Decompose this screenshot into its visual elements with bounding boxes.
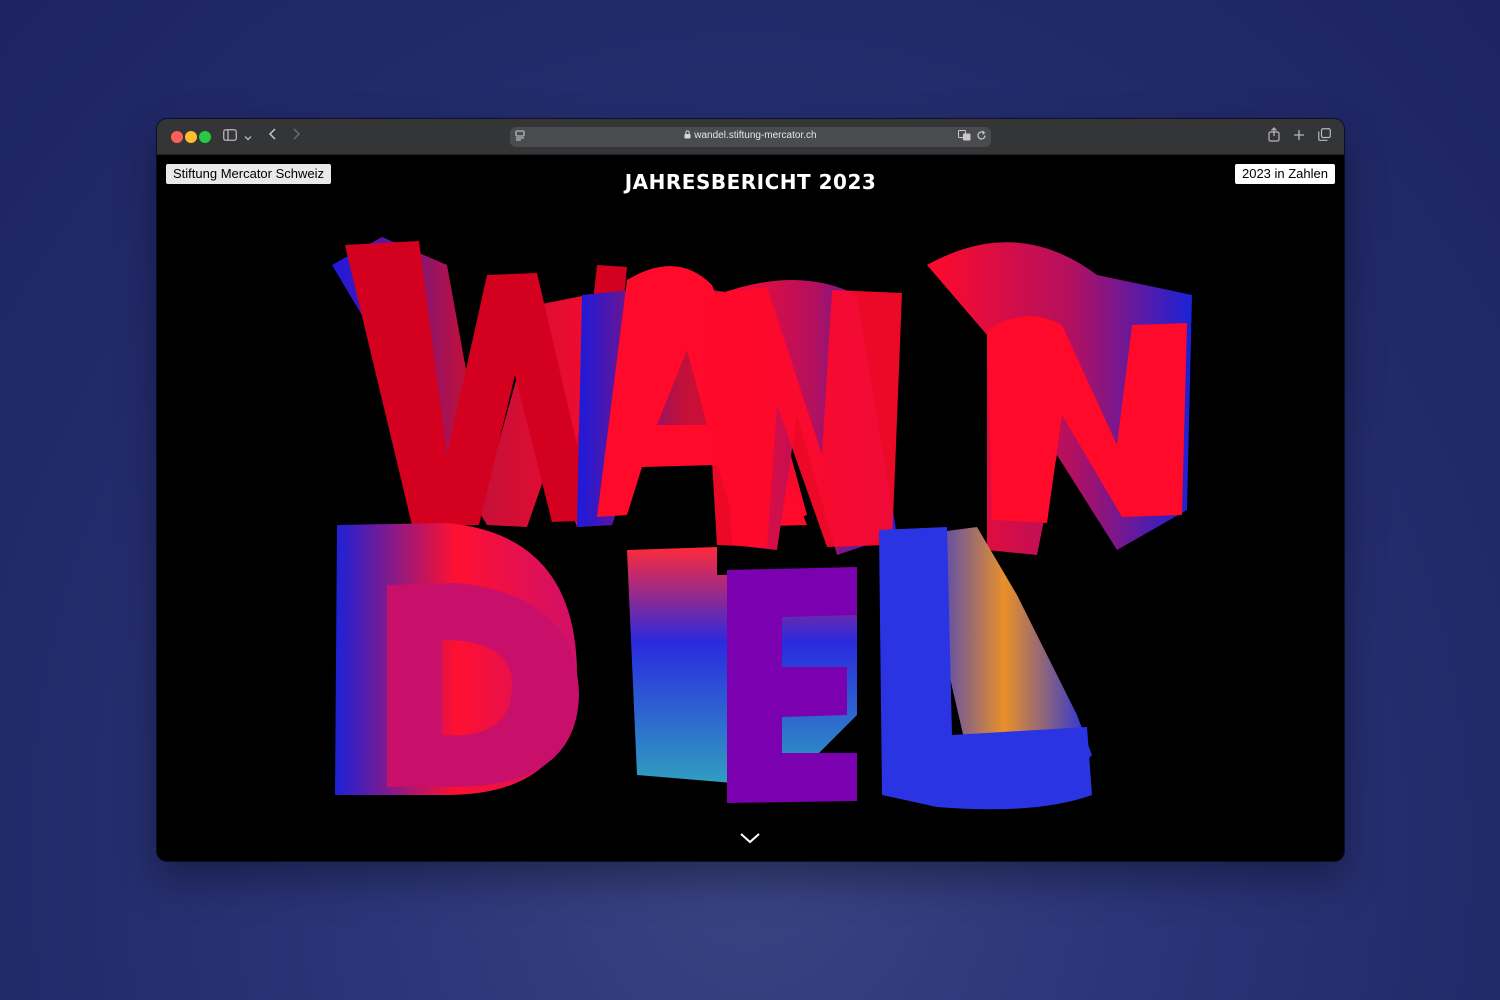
page-title: JAHRESBERICHT 2023 — [624, 170, 877, 194]
address-bar[interactable]: wandel.stiftung-mercator.ch — [510, 127, 991, 147]
share-icon[interactable] — [1268, 127, 1280, 146]
url-text: wandel.stiftung-mercator.ch — [510, 130, 991, 141]
letter-e — [727, 567, 857, 803]
numbers-button[interactable]: 2023 in Zahlen — [1234, 164, 1335, 184]
reload-icon[interactable] — [976, 130, 987, 145]
new-tab-icon[interactable] — [1293, 127, 1305, 145]
tabs-overview-icon[interactable] — [1318, 127, 1331, 145]
translate-icon[interactable] — [958, 130, 971, 145]
zoom-window-button[interactable] — [199, 131, 211, 143]
browser-toolbar: wandel.stiftung-mercator.ch — [157, 119, 1344, 155]
wandel-hero-artwork — [332, 237, 1192, 810]
back-icon[interactable] — [268, 127, 277, 145]
forward-icon[interactable] — [292, 127, 301, 145]
page-content: Stiftung Mercator Schweiz JAHRESBERICHT … — [157, 155, 1344, 861]
close-window-button[interactable] — [171, 131, 183, 143]
lock-icon — [684, 130, 694, 141]
chevron-down-icon[interactable] — [739, 831, 761, 850]
chevron-down-icon[interactable] — [244, 128, 252, 146]
sidebar-icon[interactable] — [223, 127, 237, 145]
minimize-window-button[interactable] — [185, 131, 197, 143]
url-label: wandel.stiftung-mercator.ch — [694, 130, 817, 141]
browser-window: wandel.stiftung-mercator.ch Stiftung Mer… — [157, 119, 1344, 861]
